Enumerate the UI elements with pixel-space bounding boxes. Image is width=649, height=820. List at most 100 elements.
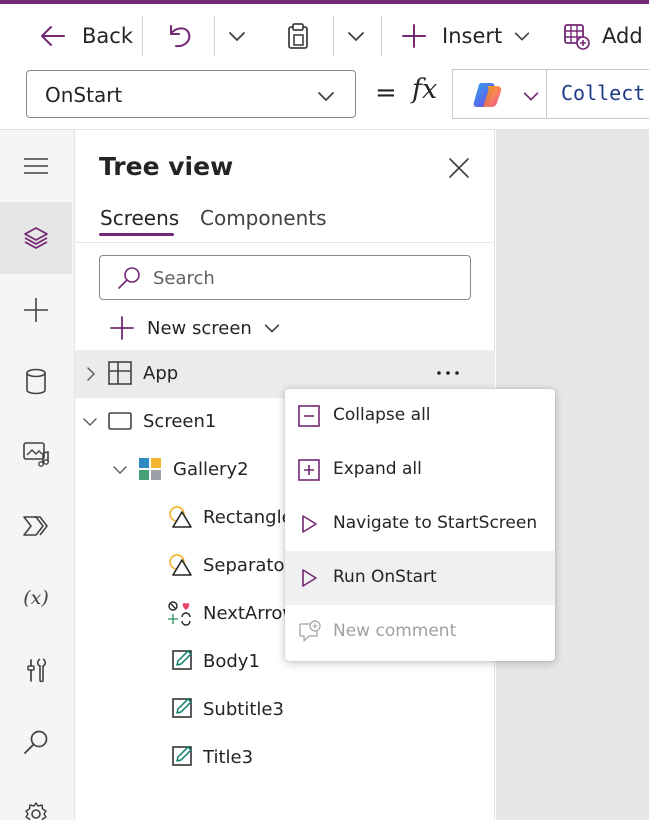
variables-rail-button[interactable]: (x) [0, 562, 72, 634]
formula-input[interactable]: Collect [452, 69, 649, 119]
new-screen-button[interactable]: New screen [109, 313, 282, 343]
play-icon [302, 569, 317, 587]
menu-item-label: Run OnStart [333, 567, 437, 587]
menu-item-label: New comment [333, 621, 457, 641]
screen-icon [108, 412, 132, 430]
property-dropdown[interactable]: OnStart [26, 70, 356, 118]
toolbar-divider [214, 16, 215, 56]
tree-item-title3[interactable]: Title3 [75, 734, 495, 782]
more-options-button[interactable] [433, 358, 463, 388]
comment-add-icon [299, 620, 321, 642]
undo-icon [170, 25, 191, 48]
tools-icon [27, 658, 47, 683]
formula-divider [546, 70, 547, 118]
chevron-down-icon [515, 32, 530, 41]
menu-item-new-comment[interactable]: New comment [285, 605, 555, 659]
chevron-down-icon [348, 32, 364, 42]
gear-icon [25, 802, 47, 820]
collapse-all-icon [298, 405, 320, 427]
hamburger-menu-button[interactable] [0, 130, 72, 202]
shapes-icon [169, 554, 192, 576]
layers-icon [24, 227, 48, 249]
insert-rail-button[interactable] [0, 274, 72, 346]
advanced-tools-rail-button[interactable] [0, 634, 72, 706]
svg-text:(x): (x) [23, 587, 49, 609]
media-rail-button[interactable] [0, 418, 72, 490]
settings-rail-button[interactable] [0, 778, 72, 820]
context-menu: Collapse all Expand all Navigate to Star… [285, 389, 555, 661]
clipboard-icon [288, 23, 308, 49]
edit-text-icon [172, 746, 192, 766]
tree-item-label: NextArrow [203, 603, 298, 624]
search-rail-button[interactable] [0, 706, 72, 778]
gallery-icon [139, 458, 161, 480]
tab-screens[interactable]: Screens [100, 206, 179, 230]
menu-item-expand-all[interactable]: Expand all [285, 443, 555, 497]
database-icon [26, 368, 46, 395]
chevron-down-icon [523, 92, 539, 101]
tree-item-label: Title3 [203, 747, 254, 768]
formula-bar: OnStart = fx Collect [0, 68, 649, 130]
new-screen-label: New screen [147, 317, 252, 339]
menu-item-navigate-to-startscreen[interactable]: Navigate to StartScreen [285, 497, 555, 551]
copilot-icon [473, 83, 502, 107]
table-add-icon [564, 24, 590, 50]
chevron-down-icon[interactable] [111, 461, 129, 479]
chevron-right-icon[interactable] [83, 365, 99, 383]
edit-text-icon [172, 698, 192, 718]
add-data-label: Add d [602, 24, 649, 48]
play-icon [302, 515, 317, 533]
menu-item-run-onstart[interactable]: Run OnStart [285, 551, 555, 605]
menu-item-label: Expand all [333, 459, 422, 479]
tree-item-label: App [143, 363, 179, 384]
undo-button[interactable] [165, 4, 195, 68]
power-automate-rail-button[interactable] [0, 490, 72, 562]
search-icon [118, 267, 140, 289]
fx-icon[interactable]: fx [412, 74, 437, 105]
search-placeholder: Search [153, 268, 215, 289]
insert-button[interactable]: Insert [400, 4, 532, 68]
shapes-icon [169, 506, 192, 528]
plus-icon [402, 24, 426, 48]
paste-dropdown-button[interactable] [345, 4, 367, 68]
data-rail-button[interactable] [0, 346, 72, 418]
tree-item-label: Subtitle3 [203, 699, 284, 720]
undo-dropdown-button[interactable] [226, 4, 248, 68]
back-button[interactable]: Back [38, 4, 133, 68]
equals-sign: = [375, 78, 397, 108]
arrow-left-icon [41, 26, 65, 46]
command-toolbar: Back Insert Add d [0, 4, 649, 68]
close-panel-button[interactable] [445, 154, 473, 182]
tab-divider [75, 242, 495, 243]
close-icon [449, 158, 469, 178]
copilot-button[interactable] [465, 80, 545, 110]
tree-item-label: Body1 [203, 651, 260, 672]
icon-control-icon [168, 601, 191, 626]
tab-components[interactable]: Components [200, 206, 327, 230]
plus-icon [110, 316, 134, 340]
chevron-down-icon [264, 324, 280, 333]
insert-label: Insert [442, 24, 503, 48]
toolbar-divider [381, 16, 382, 56]
tree-item-label: Gallery2 [173, 459, 249, 480]
toolbar-divider [333, 16, 334, 56]
expand-all-icon [298, 459, 320, 481]
paste-button[interactable] [284, 4, 312, 68]
more-icon [437, 371, 459, 375]
menu-item-collapse-all[interactable]: Collapse all [285, 389, 555, 443]
chevron-down-icon[interactable] [81, 413, 99, 431]
tree-search-input[interactable]: Search [99, 255, 471, 300]
variables-icon: (x) [23, 587, 49, 609]
left-rail: (x) [0, 130, 75, 820]
chevron-down-icon [229, 32, 245, 42]
search-icon [24, 730, 48, 754]
power-automate-icon [23, 516, 48, 536]
tree-item-label: Screen1 [143, 411, 217, 432]
back-label: Back [82, 24, 133, 48]
panel-title: Tree view [99, 152, 234, 181]
add-data-button[interactable]: Add d [562, 4, 649, 68]
menu-item-label: Collapse all [333, 405, 431, 425]
tree-item-subtitle3[interactable]: Subtitle3 [75, 686, 495, 734]
chevron-down-icon [318, 92, 334, 102]
tree-view-button[interactable] [0, 202, 72, 274]
